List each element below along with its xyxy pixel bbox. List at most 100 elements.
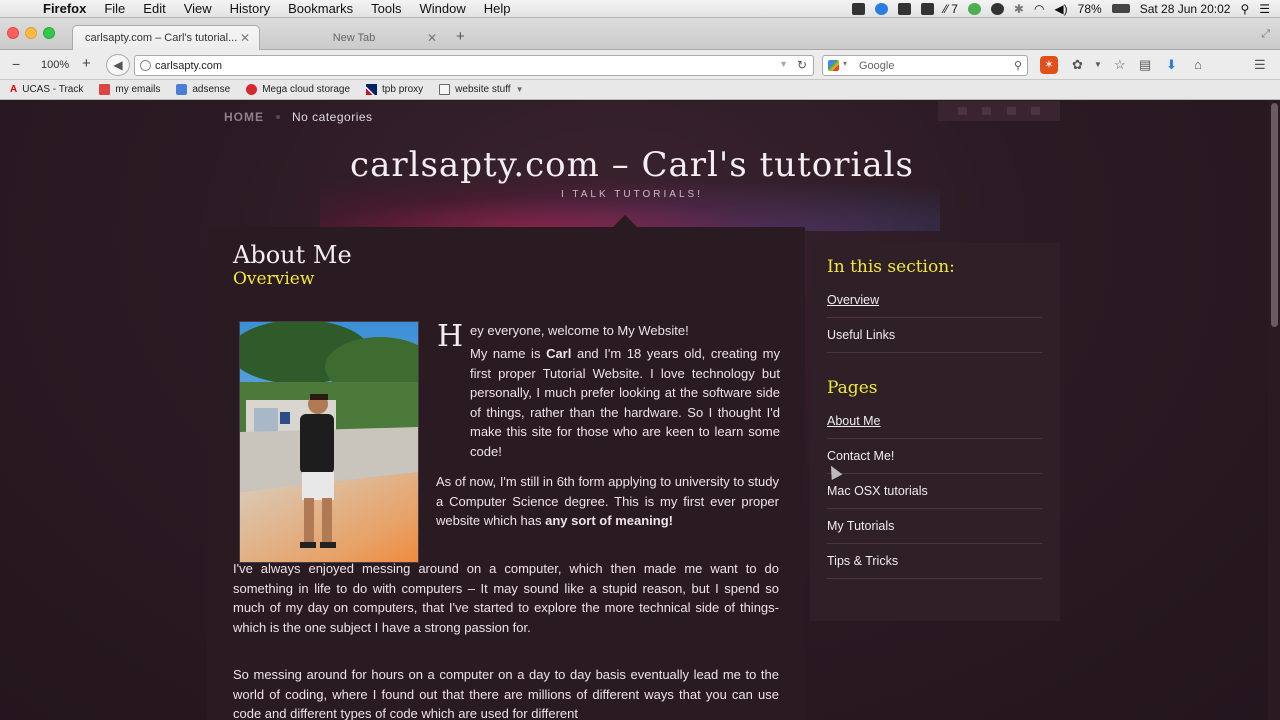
bookmark-folder-website-stuff[interactable]: website stuff ▼ [439,84,524,95]
google-logo-icon[interactable] [828,60,839,71]
university-bold: any sort of meaning! [545,513,673,528]
grid-icon[interactable] [920,2,934,15]
extension-icon[interactable]: ✿ [1072,57,1083,73]
sidebar-link-useful-links[interactable]: Useful Links [827,328,1042,353]
volume-icon[interactable]: ◀) [1054,2,1067,16]
menu-hamburger-icon[interactable]: ☰ [1254,57,1266,73]
url-dropdown-icon[interactable]: ▼ [779,59,788,69]
notification-center-icon[interactable]: ☰ [1259,2,1270,16]
time-machine-icon[interactable] [990,2,1004,15]
menu-tools[interactable]: Tools [362,1,410,16]
menubar-status-area: ⁄⁄ 7 ✱ ◠ ◀) 78% Sat 28 Jun 20:02 ⚲ ☰ [851,2,1280,16]
bookmark-tpb-proxy[interactable]: tpb proxy [366,84,423,95]
menu-help[interactable]: Help [475,1,520,16]
menu-file[interactable]: File [95,1,134,16]
main-content: About Me Overview H ey everyone, welcome… [207,227,805,720]
bookmarks-toolbar: A UCAS - Track my emails adsense Mega clo… [0,80,1280,100]
fullscreen-icon[interactable]: ⤢ [1261,28,1270,41]
bookmark-adsense[interactable]: adsense [176,84,230,95]
section-subheading: Overview [233,269,315,289]
search-engine-dropdown-icon[interactable]: ▾ [843,59,847,68]
sidebar-link-tips-tricks[interactable]: Tips & Tricks [827,554,1042,579]
nav-separator [276,115,280,119]
sidebar-section-heading: In this section: [827,257,955,277]
tab-label: carlsapty.com – Carl's tutorial... [85,32,238,44]
url-bar[interactable]: carlsapty.com ▼ ↻ [134,55,814,76]
skype-icon[interactable] [874,2,888,15]
battery-percent[interactable]: 78% [1078,2,1102,16]
chevron-down-icon: ▼ [515,85,524,94]
clock[interactable]: Sat 28 Jun 20:02 [1140,2,1231,16]
close-tab-icon[interactable]: ✕ [427,31,437,45]
social-mail-icon[interactable] [957,107,967,115]
paragraph-intro: My name is Carl and I'm 18 years old, cr… [470,344,780,461]
extension-dropdown-icon[interactable]: ▼ [1094,60,1102,69]
menu-history[interactable]: History [221,1,279,16]
search-icon[interactable]: ⚲ [1014,59,1022,72]
intro-name: Carl [546,346,572,361]
firebug-icon[interactable]: ✶ [1040,56,1058,74]
page-scrollbar[interactable] [1268,101,1280,720]
social-search-icon[interactable] [1006,107,1016,115]
nav-categories-link[interactable]: No categories [292,110,373,124]
mega-icon [246,84,258,95]
site-tagline: I TALK TUTORIALS! [561,189,703,200]
bookmark-label: UCAS - Track [22,84,84,95]
folder-icon [439,84,451,95]
sync-icon[interactable] [967,2,981,15]
bookmark-mega[interactable]: Mega cloud storage [246,84,350,95]
reload-icon[interactable]: ↻ [797,58,807,72]
zoom-out-button[interactable]: − [12,56,20,72]
sidebar-link-contact[interactable]: Contact Me! [827,449,1042,474]
menu-edit[interactable]: Edit [134,1,174,16]
bookmark-my-emails[interactable]: my emails [99,84,160,95]
zoom-in-button[interactable]: + [82,55,91,72]
minimize-window-button[interactable] [25,27,37,39]
search-placeholder: Google [859,59,895,72]
paragraph-welcome: ey everyone, welcome to My Website! [470,323,689,338]
intro-text-post: and I'm 18 years old, creating my first … [470,346,780,459]
bluetooth-icon[interactable]: ✱ [1014,2,1024,16]
back-button[interactable]: ◀ [106,54,130,76]
screen-record-icon[interactable] [851,2,865,15]
menu-app[interactable]: Firefox [34,1,95,16]
bookmarks-list-icon[interactable]: ▤ [1139,57,1151,73]
close-tab-icon[interactable]: ✕ [240,31,250,45]
site-title[interactable]: carlsapty.com – Carl's tutorials [0,145,1264,185]
camera-icon[interactable] [897,2,911,15]
sidebar-link-overview[interactable]: Overview [827,293,1042,318]
sidebar-link-my-tutorials[interactable]: My Tutorials [827,519,1042,544]
bookmark-ucas[interactable]: A UCAS - Track [10,84,83,95]
sidebar-link-about-me[interactable]: About Me [827,414,1042,439]
adobe-count: 7 [951,1,958,16]
social-facebook-icon[interactable] [982,107,992,115]
menu-window[interactable]: Window [411,1,475,16]
spotlight-icon[interactable]: ⚲ [1240,2,1249,16]
web-page: HOME No categories carlsapty.com – Carl'… [0,101,1280,720]
wifi-icon[interactable]: ◠ [1034,2,1044,16]
tab-carlsapty[interactable]: carlsapty.com – Carl's tutorial... ✕ [72,25,260,50]
social-icons [938,101,1060,121]
close-window-button[interactable] [7,27,19,39]
tab-label: New Tab [332,31,376,44]
menu-view[interactable]: View [175,1,221,16]
social-rss-icon[interactable] [1031,107,1041,115]
adobe-status[interactable]: ⁄⁄ 7 [944,2,958,16]
new-tab-button[interactable]: + [456,28,465,45]
back-arrow-icon: ◀ [113,58,123,72]
scrollbar-thumb[interactable] [1271,103,1278,327]
sidebar-pages-heading: Pages [827,378,878,398]
nav-home-link[interactable]: HOME [224,110,264,124]
tab-bar: carlsapty.com – Carl's tutorial... ✕ New… [0,18,1280,50]
tab-new-tab[interactable]: New Tab ✕ [262,25,446,50]
zoom-level[interactable]: 100% [41,59,69,71]
battery-icon[interactable] [1111,4,1130,13]
home-icon[interactable]: ⌂ [1194,57,1202,72]
zoom-window-button[interactable] [43,27,55,39]
menu-bookmarks[interactable]: Bookmarks [279,1,362,16]
globe-icon[interactable] [140,60,151,71]
bookmark-star-icon[interactable]: ☆ [1114,57,1126,73]
downloads-icon[interactable]: ⬇ [1166,57,1177,73]
search-bar[interactable]: ▾ Google ⚲ [822,55,1028,76]
sidebar-link-mac-osx[interactable]: Mac OSX tutorials [827,484,1042,509]
